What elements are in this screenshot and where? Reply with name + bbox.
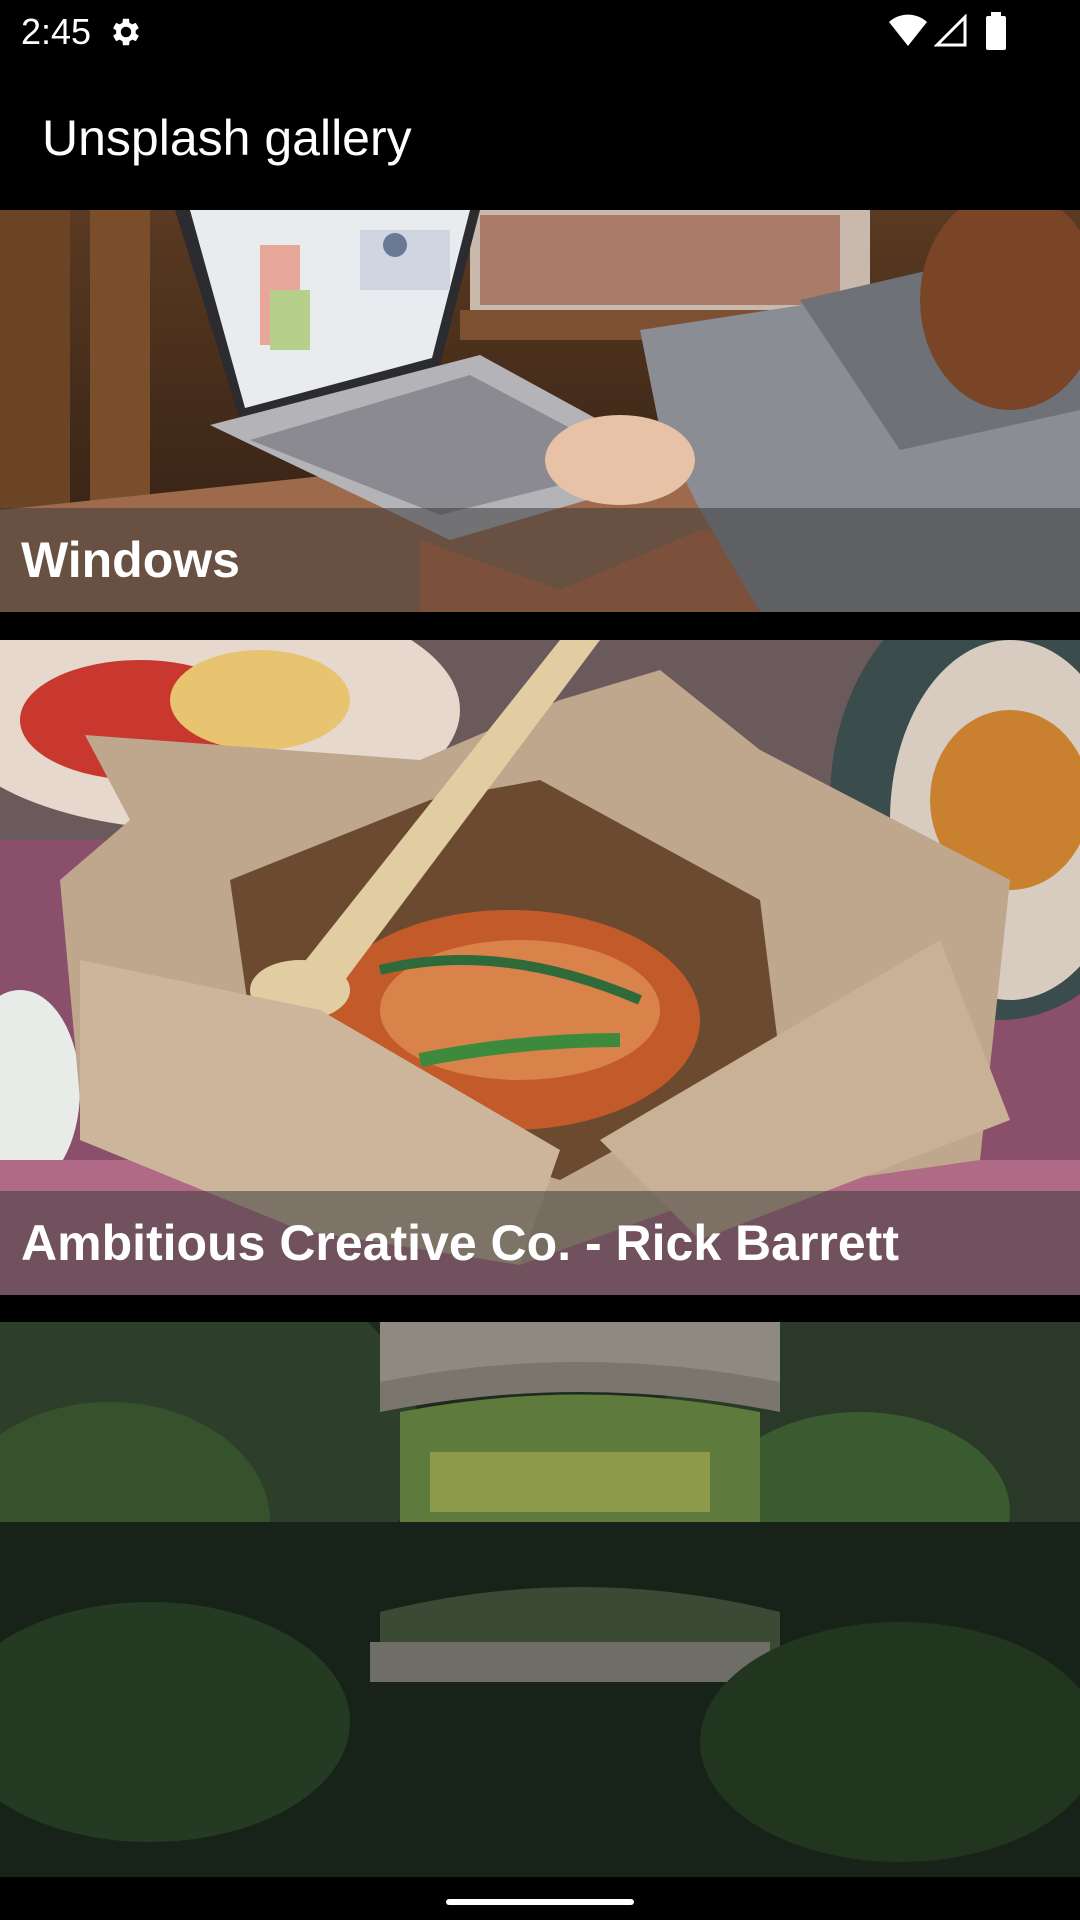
- status-bar: 2:45: [0, 0, 1080, 64]
- battery-icon: [986, 12, 1006, 50]
- gallery-card-food[interactable]: Ambitious Creative Co. - Rick Barrett: [0, 640, 1080, 1295]
- app-title: Unsplash gallery: [42, 110, 412, 166]
- app-bar: Unsplash gallery: [0, 64, 1080, 210]
- signal-icon: [934, 14, 967, 47]
- caption-band: Windows: [0, 508, 1080, 612]
- bridge-river-photo: [0, 1322, 1080, 1877]
- gallery-card-windows[interactable]: Windows: [0, 210, 1080, 612]
- gallery-caption: Ambitious Creative Co. - Rick Barrett: [21, 1215, 899, 1271]
- home-gesture-handle[interactable]: [446, 1899, 634, 1905]
- wifi-icon: [889, 14, 927, 46]
- gallery-caption: Windows: [21, 532, 240, 588]
- gallery-card-bridge[interactable]: [0, 1322, 1080, 1877]
- caption-band: Ambitious Creative Co. - Rick Barrett: [0, 1191, 1080, 1295]
- status-time: 2:45: [21, 11, 92, 52]
- gear-icon: [113, 18, 139, 46]
